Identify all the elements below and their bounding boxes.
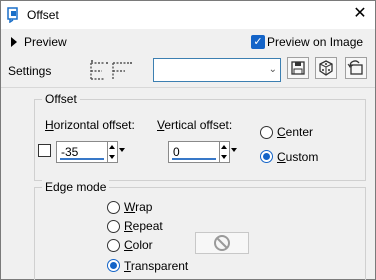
vertical-offset-label: Vertical offset: — [157, 118, 233, 132]
link-offsets-checkbox[interactable] — [38, 144, 51, 157]
custom-radio-label[interactable]: Custom — [277, 150, 318, 164]
center-radio-label[interactable]: Center — [277, 125, 313, 139]
ef-logo-icon — [90, 60, 132, 80]
paint-app-icon — [7, 7, 18, 23]
repeat-radio[interactable] — [107, 220, 120, 233]
vertical-offset-spin-buttons[interactable] — [220, 141, 230, 163]
randomize-button[interactable] — [315, 57, 337, 79]
offset-group-title: Offset — [42, 92, 80, 106]
color-radio[interactable] — [107, 239, 120, 252]
reset-button[interactable] — [345, 57, 367, 79]
arrow-down-icon[interactable] — [109, 155, 115, 159]
save-preset-icon — [291, 61, 305, 75]
save-preset-button[interactable] — [287, 57, 309, 79]
horizontal-offset-spin-buttons[interactable] — [108, 141, 118, 163]
transparent-radio[interactable] — [107, 259, 120, 272]
edge-color-swatch — [195, 232, 249, 254]
center-radio[interactable] — [260, 126, 273, 139]
preview-bar: Preview ✓ Preview on Image — [1, 29, 375, 55]
dialog-content: Offset Horizontal offset: Vertical offse… — [1, 88, 375, 280]
dropdown-arrow-icon[interactable] — [231, 148, 237, 152]
randomize-dice-icon — [319, 60, 333, 76]
title-bar: Offset ✕ — [1, 1, 375, 29]
vertical-offset-input[interactable]: 0 — [168, 141, 220, 163]
dropdown-arrow-icon[interactable] — [119, 148, 125, 152]
arrow-down-icon[interactable] — [221, 155, 227, 159]
horizontal-offset-input[interactable]: -35 — [56, 141, 108, 163]
preset-dropdown[interactable]: ⌄ — [153, 58, 281, 82]
transparent-radio-label[interactable]: Transparent — [124, 259, 188, 273]
color-radio-label[interactable]: Color — [124, 238, 153, 252]
horizontal-offset-stepper[interactable]: -35 — [56, 141, 126, 163]
arrow-up-icon[interactable] — [109, 145, 115, 149]
preview-toggle[interactable]: Preview — [24, 35, 67, 49]
custom-radio[interactable] — [260, 150, 273, 163]
close-icon[interactable]: ✕ — [349, 4, 371, 24]
settings-label: Settings — [8, 64, 52, 78]
offset-dialog: Offset ✕ Preview ✓ Preview on Image Sett… — [0, 0, 376, 280]
repeat-radio-label[interactable]: Repeat — [124, 219, 163, 233]
preview-on-image-label[interactable]: Preview on Image — [267, 35, 363, 49]
edge-mode-group-title: Edge mode — [42, 180, 110, 194]
arrow-up-icon[interactable] — [221, 145, 227, 149]
expand-triangle-icon[interactable] — [11, 37, 17, 47]
wrap-radio-label[interactable]: Wrap — [124, 200, 152, 214]
reset-icon — [347, 60, 363, 75]
offset-group — [34, 99, 366, 181]
horizontal-offset-label: Horizontal offset: — [45, 118, 135, 132]
settings-bar: Settings ⌄ — [1, 55, 375, 88]
vertical-offset-stepper[interactable]: 0 — [168, 141, 238, 163]
wrap-radio[interactable] — [107, 201, 120, 214]
preview-on-image-checkbox[interactable]: ✓ — [251, 35, 265, 49]
chevron-down-icon[interactable]: ⌄ — [269, 64, 277, 75]
no-color-icon — [214, 235, 230, 251]
window-title: Offset — [27, 8, 59, 22]
